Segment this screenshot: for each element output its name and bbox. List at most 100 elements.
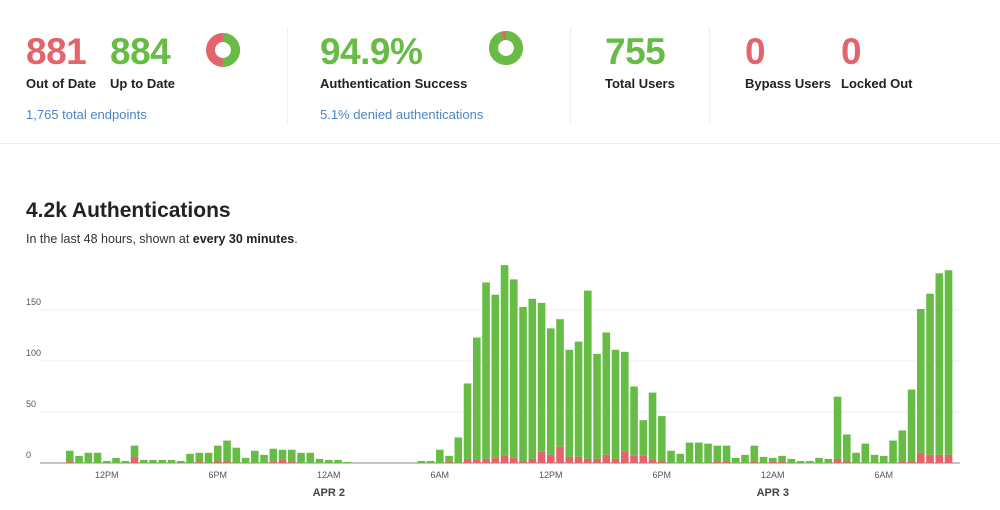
bar-denied [611,458,620,463]
bar-success [84,452,93,463]
bar-success [565,349,574,457]
bar-success [778,455,786,462]
bar-success [149,459,157,463]
bar-success [343,461,352,463]
bar-denied [528,458,537,463]
bar-success [297,452,305,463]
bar-success [491,294,500,458]
bar-denied [593,458,601,463]
bar-denied [898,461,907,463]
bar-denied [288,461,296,463]
bar-success [796,460,805,463]
bar-success [889,440,897,463]
bar-denied [519,460,527,463]
bar-success [695,442,703,463]
bar-denied [463,458,472,463]
bar-success [260,454,268,463]
bar-success [741,454,749,463]
bar-success [593,353,601,459]
bar-success [815,457,823,463]
bar-success [602,332,611,455]
bar-success [112,457,120,463]
bar-success [547,328,555,455]
bar-success [186,453,194,463]
bar-success [167,459,176,463]
x-tick-label: 6AM [875,470,894,480]
bar-denied [537,451,546,463]
x-tick-label: 12PM [95,470,119,480]
bar-success [325,459,333,463]
bar-success [787,458,796,463]
bar-success [500,265,509,456]
bar-denied [602,454,611,463]
bar-success [334,459,342,463]
bar-success [454,437,463,463]
y-tick-label: 150 [26,297,41,307]
bar-denied [269,461,278,463]
bar-success [510,279,518,458]
bar-success [306,452,315,463]
y-tick-label: 0 [26,450,31,460]
bar-success [278,449,287,460]
bar-success [195,452,204,462]
bar-success [445,455,453,462]
bar-success [528,298,537,459]
authentications-bar-chart: 0 50 100 150 12PM 6PM 12AM 6AM 12PM 6PM 12AM 6AM APR… [26,265,960,499]
bar-success [769,457,777,462]
bar-success [898,430,907,462]
bar-denied [500,455,509,463]
bar-success [473,337,481,460]
bar-denied [935,454,944,463]
bar-denied [66,461,74,463]
bar-success [519,306,527,461]
bar-denied [750,461,759,463]
bar-denied [556,446,564,463]
bar-denied [907,460,916,463]
bar-denied [510,457,518,463]
bar-success [417,460,426,463]
bar-success [426,460,435,463]
bar-success [944,270,953,455]
bar-denied [565,456,574,463]
y-tick-label: 50 [26,399,36,409]
x-tick-label: 12PM [539,470,563,480]
bar-success [870,454,879,463]
bar-denied [482,458,490,463]
bar-success [584,290,592,459]
bar-denied [926,454,934,463]
bar-denied [195,461,204,463]
bar-denied [722,461,731,463]
bar-denied [223,460,231,463]
bar-success [759,456,768,463]
bar-success [223,440,231,461]
bar-denied [769,461,777,463]
bar-denied [278,459,287,463]
bar-success [463,383,472,459]
bar-denied [445,461,453,463]
bar-success [824,458,833,463]
bar-success [121,460,130,463]
bar-success [935,273,944,455]
date-label: APR 2 [313,487,345,499]
bar-denied [214,460,222,463]
date-label: APR 3 [757,487,789,499]
bar-success [103,460,111,463]
bar-success [732,457,740,463]
bar-denied [713,461,722,463]
bar-success [685,442,694,463]
bar-success [880,455,888,463]
bar-denied [639,455,648,463]
x-tick-label: 12AM [317,470,341,480]
bar-success [843,434,851,461]
x-tick-label: 6AM [431,470,450,480]
bar-success [926,293,934,455]
y-tick-label: 100 [26,348,41,358]
bar-success [750,445,759,462]
bar-success [177,460,185,463]
bar-success [852,452,860,463]
bar-success [630,386,638,456]
bar-success [482,282,490,459]
bar-denied [944,454,953,463]
bar-success [269,448,278,462]
bar-denied [574,456,583,463]
